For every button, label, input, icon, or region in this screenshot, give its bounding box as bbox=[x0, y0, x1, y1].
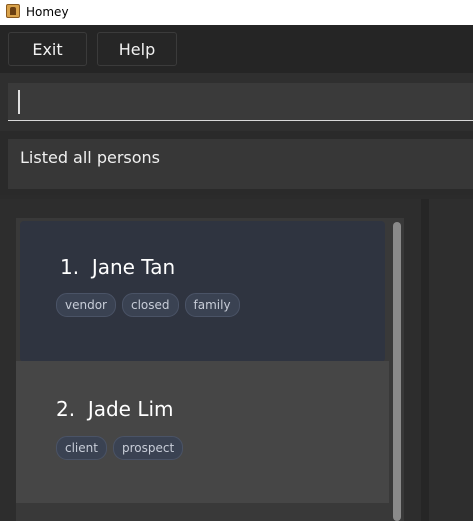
tag: family bbox=[184, 293, 240, 317]
person-name: 2. Jade Lim bbox=[56, 397, 174, 421]
person-card[interactable] bbox=[16, 503, 389, 521]
result-message: Listed all persons bbox=[20, 148, 161, 167]
person-name: 1. Jane Tan bbox=[60, 255, 175, 279]
result-area: Listed all persons bbox=[0, 131, 473, 195]
menu-bar: Exit Help bbox=[0, 25, 473, 73]
tag: client bbox=[56, 436, 107, 460]
person-index: 1. bbox=[60, 255, 80, 279]
person-index: 2. bbox=[56, 397, 76, 421]
exit-button[interactable]: Exit bbox=[8, 32, 87, 66]
person-list[interactable]: 1. Jane Tan vendor closed family 2. Jade… bbox=[16, 218, 404, 521]
detail-panel bbox=[429, 199, 473, 521]
command-area bbox=[0, 73, 473, 131]
result-display: Listed all persons bbox=[8, 139, 473, 189]
tag: vendor bbox=[56, 293, 116, 317]
help-button[interactable]: Help bbox=[97, 32, 177, 66]
person-name-text: Jade Lim bbox=[87, 397, 174, 421]
person-list-panel: 1. Jane Tan vendor closed family 2. Jade… bbox=[0, 199, 421, 521]
title-bar: Homey bbox=[0, 0, 473, 25]
panel-divider[interactable] bbox=[421, 199, 429, 521]
command-input[interactable] bbox=[8, 83, 473, 121]
tag-list: client prospect bbox=[56, 436, 184, 460]
person-card[interactable]: 1. Jane Tan vendor closed family bbox=[20, 221, 385, 362]
app-icon bbox=[6, 4, 20, 18]
list-scrollbar-thumb[interactable] bbox=[393, 222, 401, 521]
tag-list: vendor closed family bbox=[56, 293, 240, 317]
person-card[interactable]: 2. Jade Lim client prospect bbox=[16, 361, 389, 503]
tag: prospect bbox=[112, 436, 184, 460]
text-caret bbox=[18, 90, 20, 114]
tag: closed bbox=[121, 293, 179, 317]
window-title: Homey bbox=[26, 5, 69, 19]
person-name-text: Jane Tan bbox=[91, 255, 176, 279]
